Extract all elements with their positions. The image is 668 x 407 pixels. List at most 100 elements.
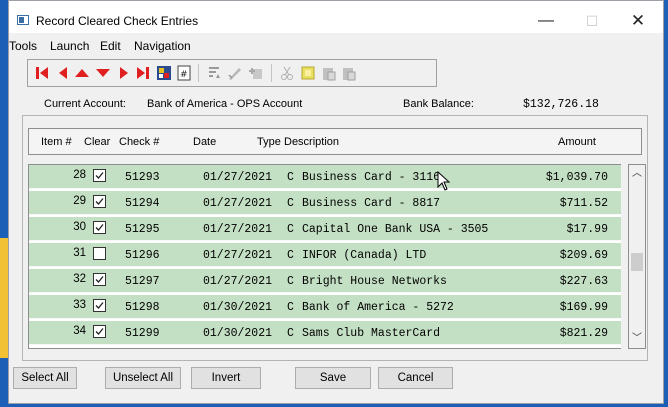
check-description: Sams Club MasterCard [302, 327, 441, 340]
check-date: 01/30/2021 [203, 301, 273, 314]
table-row[interactable]: 30 51295 01/27/2021 C Capital One Bank USA -… [29, 217, 621, 241]
check-description: Business Card - 8817 [302, 197, 441, 210]
table-row[interactable]: 32 51297 01/27/2021 C Bright House Networks $… [29, 269, 621, 293]
checks-list[interactable]: 28 51293 01/27/2021 C Business Card - 3116 $1… [28, 164, 621, 349]
scroll-up-icon[interactable]: ︿ [629, 165, 645, 183]
table-row[interactable]: 34 51299 01/30/2021 C Sams Club MasterCard $8… [29, 321, 621, 345]
copy-icon[interactable] [300, 65, 316, 81]
check-amount: $227.63 [559, 275, 608, 288]
check-type: C [287, 301, 294, 314]
calculator-icon[interactable]: # [176, 65, 192, 81]
item-number: 29 [73, 195, 86, 207]
clear-checkbox[interactable] [93, 195, 106, 208]
main-window: Record Cleared Check Entries — ☐ ✕ Tools… [8, 0, 664, 404]
mouse-cursor-icon [437, 171, 451, 191]
invert-button[interactable]: Invert [191, 367, 261, 389]
check-number: 51294 [125, 197, 160, 210]
check-description: Bank of America - 5272 [302, 301, 454, 314]
clear-checkbox[interactable] [93, 169, 106, 182]
check-date: 01/27/2021 [203, 197, 273, 210]
table-row[interactable]: 28 51293 01/27/2021 C Business Card - 3116 $1… [29, 165, 621, 189]
select-all-button[interactable]: Select All [13, 367, 77, 389]
check-description: Capital One Bank USA - 3505 [302, 223, 489, 236]
table-row[interactable]: 31 51296 01/27/2021 C INFOR (Canada) LTD $209… [29, 243, 621, 267]
clear-checkbox[interactable] [93, 299, 106, 312]
svg-text:#: # [180, 70, 188, 80]
column-header: Item # Clear Check # Date Type Descripti… [28, 128, 642, 155]
close-button[interactable]: ✕ [615, 9, 661, 33]
toolbar: # [27, 59, 437, 87]
check-date: 01/27/2021 [203, 223, 273, 236]
header-type[interactable]: Type [257, 136, 281, 148]
table-row[interactable]: 29 51294 01/27/2021 C Business Card - 8817 $7… [29, 191, 621, 215]
last-record-icon[interactable] [135, 65, 151, 81]
bank-balance-label: Bank Balance: [403, 98, 474, 110]
window-title: Record Cleared Check Entries [36, 14, 199, 28]
clear-checkbox[interactable] [93, 325, 106, 338]
maximize-button[interactable]: ☐ [569, 9, 615, 33]
clear-checkbox[interactable] [93, 221, 106, 234]
check-description: INFOR (Canada) LTD [302, 249, 427, 262]
item-number: 32 [73, 273, 86, 285]
toolbar-separator [271, 64, 272, 82]
check-date: 01/27/2021 [203, 275, 273, 288]
paste-special-icon[interactable] [341, 65, 357, 81]
menu-launch[interactable]: Launch [50, 39, 89, 53]
print-icon[interactable] [156, 65, 172, 81]
header-amount[interactable]: Amount [558, 136, 596, 148]
check-number: 51298 [125, 301, 160, 314]
check-description: Business Card - 3116 [302, 171, 441, 184]
check-description: Bright House Networks [302, 275, 447, 288]
up-icon[interactable] [74, 65, 90, 81]
edit-icon[interactable] [227, 65, 243, 81]
header-check[interactable]: Check # [119, 136, 159, 148]
current-account-label: Current Account: [44, 98, 126, 110]
next-record-icon[interactable] [116, 65, 132, 81]
menu-tools[interactable]: Tools [9, 39, 37, 53]
check-date: 01/30/2021 [203, 327, 273, 340]
check-amount: $169.99 [559, 301, 608, 314]
item-number: 30 [73, 221, 86, 233]
save-button[interactable]: Save [295, 367, 371, 389]
checks-group: Item # Clear Check # Date Type Descripti… [22, 115, 648, 361]
clear-checkbox[interactable] [93, 273, 106, 286]
check-number: 51296 [125, 249, 160, 262]
item-number: 28 [73, 169, 86, 181]
down-icon[interactable] [95, 65, 111, 81]
menu-navigation[interactable]: Navigation [134, 39, 191, 53]
app-icon [17, 15, 29, 25]
sort-icon[interactable] [206, 65, 222, 81]
paste-icon[interactable] [321, 65, 337, 81]
check-number: 51297 [125, 275, 160, 288]
check-number: 51295 [125, 223, 160, 236]
previous-record-icon[interactable] [55, 65, 71, 81]
minimize-button[interactable]: — [523, 9, 569, 33]
attach-icon[interactable] [248, 65, 264, 81]
check-type: C [287, 223, 294, 236]
scroll-down-icon[interactable]: ﹀ [629, 330, 645, 348]
clear-checkbox[interactable] [93, 247, 106, 260]
current-account-value: Bank of America - OPS Account [147, 98, 303, 110]
header-item[interactable]: Item # [41, 136, 72, 148]
bank-balance-value: $132,726.18 [523, 98, 599, 111]
table-row[interactable]: 33 51298 01/30/2021 C Bank of America - 5272… [29, 295, 621, 319]
check-amount: $711.52 [559, 197, 608, 210]
header-description[interactable]: Description [284, 136, 339, 148]
first-record-icon[interactable] [34, 65, 50, 81]
check-type: C [287, 249, 294, 262]
check-type: C [287, 197, 294, 210]
cancel-button[interactable]: Cancel [378, 367, 453, 389]
unselect-all-button[interactable]: Unselect All [105, 367, 181, 389]
scroll-thumb[interactable] [631, 253, 643, 271]
menu-bar: Tools Launch Edit Navigation [9, 35, 663, 55]
check-type: C [287, 171, 294, 184]
vertical-scrollbar[interactable]: ︿ ﹀ [628, 164, 646, 349]
check-amount: $1,039.70 [545, 171, 608, 184]
menu-edit[interactable]: Edit [100, 39, 121, 53]
check-type: C [287, 327, 294, 340]
cut-icon[interactable] [279, 65, 295, 81]
check-date: 01/27/2021 [203, 249, 273, 262]
header-clear[interactable]: Clear [84, 136, 110, 148]
check-number: 51299 [125, 327, 160, 340]
header-date[interactable]: Date [193, 136, 216, 148]
